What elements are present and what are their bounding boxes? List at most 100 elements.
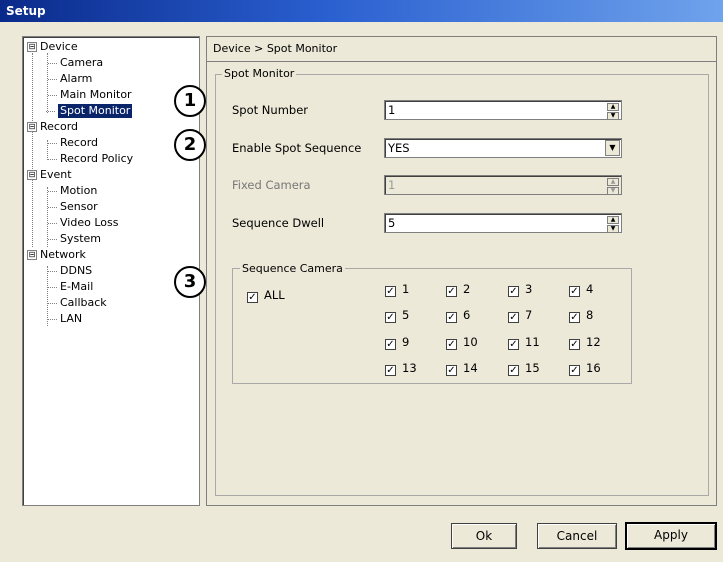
- check-icon[interactable]: ✓: [569, 286, 580, 297]
- tree-item-spot-monitor[interactable]: Spot Monitor: [45, 104, 133, 118]
- check-icon[interactable]: ✓: [508, 365, 519, 376]
- chevron-down-icon[interactable]: ▼: [605, 140, 620, 156]
- callout-1: 1: [174, 85, 206, 117]
- tree-item-sensor[interactable]: Sensor: [48, 200, 98, 214]
- camera-checkbox-8[interactable]: ✓ 8: [569, 308, 593, 323]
- sequence-dwell-spinbox[interactable]: 5 ▲ ▼: [384, 213, 622, 233]
- tree-item-video-loss[interactable]: Video Loss: [47, 216, 118, 230]
- check-icon[interactable]: ✓: [569, 312, 580, 323]
- fixed-camera-value: 1: [388, 178, 396, 192]
- camera-checkbox-label: 11: [525, 335, 540, 349]
- check-icon[interactable]: ✓: [385, 339, 396, 350]
- camera-checkbox-label: 9: [402, 335, 410, 349]
- spin-down-icon[interactable]: ▼: [607, 225, 619, 233]
- cancel-button[interactable]: Cancel: [537, 523, 617, 549]
- spin-up-icon: ▲: [607, 178, 619, 186]
- camera-checkbox-label: 5: [402, 308, 410, 322]
- spot-number-value: 1: [388, 103, 396, 117]
- check-icon[interactable]: ✓: [247, 292, 258, 303]
- check-icon[interactable]: ✓: [385, 312, 396, 323]
- tree-branch-line-event: [47, 187, 48, 247]
- camera-checkbox-10[interactable]: ✓ 10: [446, 335, 478, 350]
- sequence-dwell-value: 5: [388, 216, 396, 230]
- camera-checkbox-5[interactable]: ✓ 5: [385, 308, 409, 323]
- check-icon[interactable]: ✓: [569, 365, 580, 376]
- spinner-icon[interactable]: ▲ ▼: [607, 103, 619, 120]
- check-icon[interactable]: ✓: [385, 286, 396, 297]
- camera-all-label: ALL: [264, 288, 285, 302]
- breadcrumb: Device > Spot Monitor: [206, 36, 717, 62]
- tree-group-network[interactable]: ⊟ Network: [27, 248, 86, 262]
- tree-item-lan[interactable]: LAN: [47, 312, 82, 326]
- camera-checkbox-label: 1: [402, 282, 410, 296]
- check-icon[interactable]: ✓: [508, 286, 519, 297]
- tree-group-event[interactable]: ⊟ Event: [27, 168, 72, 182]
- tree-item-record[interactable]: Record: [47, 136, 98, 150]
- check-icon[interactable]: ✓: [446, 339, 457, 350]
- camera-checkbox-3[interactable]: ✓ 3: [508, 282, 532, 297]
- apply-button[interactable]: Apply: [625, 522, 717, 550]
- camera-checkbox-12[interactable]: ✓ 12: [569, 335, 601, 350]
- camera-checkbox-13[interactable]: ✓ 13: [385, 361, 417, 376]
- tree-item-email[interactable]: E-Mail: [47, 280, 93, 294]
- check-icon[interactable]: ✓: [446, 312, 457, 323]
- tree-item-alarm[interactable]: Alarm: [47, 72, 92, 86]
- tree-item-system[interactable]: System: [47, 232, 101, 246]
- spinner-icon[interactable]: ▲ ▼: [607, 216, 619, 233]
- setup-window: Setup ⊟ Device Camera Alarm Main Monitor …: [0, 0, 723, 562]
- camera-checkbox-6[interactable]: ✓ 6: [446, 308, 470, 323]
- collapse-icon[interactable]: ⊟: [27, 170, 37, 180]
- enable-spot-sequence-select[interactable]: YES ▼: [384, 138, 622, 158]
- tree-item-record-policy[interactable]: Record Policy: [47, 152, 133, 166]
- check-icon[interactable]: ✓: [508, 312, 519, 323]
- camera-checkbox-label: 15: [525, 361, 540, 375]
- camera-checkbox-11[interactable]: ✓ 11: [508, 335, 540, 350]
- collapse-icon[interactable]: ⊟: [27, 250, 37, 260]
- tree-item-camera[interactable]: Camera: [47, 56, 103, 70]
- camera-checkbox-16[interactable]: ✓ 16: [569, 361, 601, 376]
- tree-group-label: Network: [40, 248, 86, 261]
- collapse-icon[interactable]: ⊟: [27, 122, 37, 132]
- check-icon[interactable]: ✓: [569, 339, 580, 350]
- sequence-camera-legend: Sequence Camera: [240, 262, 345, 275]
- camera-checkbox-14[interactable]: ✓ 14: [446, 361, 478, 376]
- spin-up-icon[interactable]: ▲: [607, 103, 619, 111]
- camera-checkbox-2[interactable]: ✓ 2: [446, 282, 470, 297]
- camera-checkbox-9[interactable]: ✓ 9: [385, 335, 409, 350]
- tree-item-callback[interactable]: Callback: [48, 296, 107, 310]
- tree-group-label: Device: [40, 40, 78, 53]
- camera-checkbox-label: 12: [586, 335, 601, 349]
- callout-2: 2: [174, 129, 206, 161]
- spin-down-icon: ▼: [607, 187, 619, 195]
- camera-checkbox-15[interactable]: ✓ 15: [508, 361, 540, 376]
- enable-spot-sequence-value: YES: [388, 141, 410, 155]
- tree-group-device[interactable]: ⊟ Device: [27, 40, 78, 54]
- fixed-camera-spinbox: 1 ▲ ▼: [384, 175, 622, 195]
- camera-all-checkbox[interactable]: ✓ ALL: [247, 288, 285, 303]
- spinner-icon: ▲ ▼: [607, 178, 619, 195]
- camera-checkbox-label: 13: [402, 361, 417, 375]
- ok-button[interactable]: Ok: [451, 523, 517, 549]
- tree-group-record[interactable]: ⊟ Record: [27, 120, 78, 134]
- spin-up-icon[interactable]: ▲: [607, 216, 619, 224]
- check-icon[interactable]: ✓: [508, 339, 519, 350]
- check-icon[interactable]: ✓: [385, 365, 396, 376]
- camera-checkbox-label: 4: [586, 282, 594, 296]
- camera-checkbox-1[interactable]: ✓ 1: [385, 282, 409, 297]
- tree-item-main-monitor[interactable]: Main Monitor: [48, 88, 132, 102]
- sequence-dwell-label: Sequence Dwell: [232, 216, 325, 230]
- spot-number-spinbox[interactable]: 1 ▲ ▼: [384, 100, 622, 120]
- check-icon[interactable]: ✓: [446, 286, 457, 297]
- tree-group-label: Record: [40, 120, 79, 133]
- tree-item-ddns[interactable]: DDNS: [47, 264, 92, 278]
- camera-checkbox-7[interactable]: ✓ 7: [508, 308, 532, 323]
- spot-monitor-legend: Spot Monitor: [222, 67, 297, 80]
- spin-down-icon[interactable]: ▼: [607, 112, 619, 120]
- fixed-camera-label: Fixed Camera: [232, 178, 311, 192]
- check-icon[interactable]: ✓: [446, 365, 457, 376]
- tree-item-motion[interactable]: Motion: [47, 184, 97, 198]
- enable-spot-sequence-label: Enable Spot Sequence: [232, 141, 362, 155]
- camera-checkbox-label: 8: [586, 308, 594, 322]
- camera-checkbox-4[interactable]: ✓ 4: [569, 282, 593, 297]
- collapse-icon[interactable]: ⊟: [27, 42, 37, 52]
